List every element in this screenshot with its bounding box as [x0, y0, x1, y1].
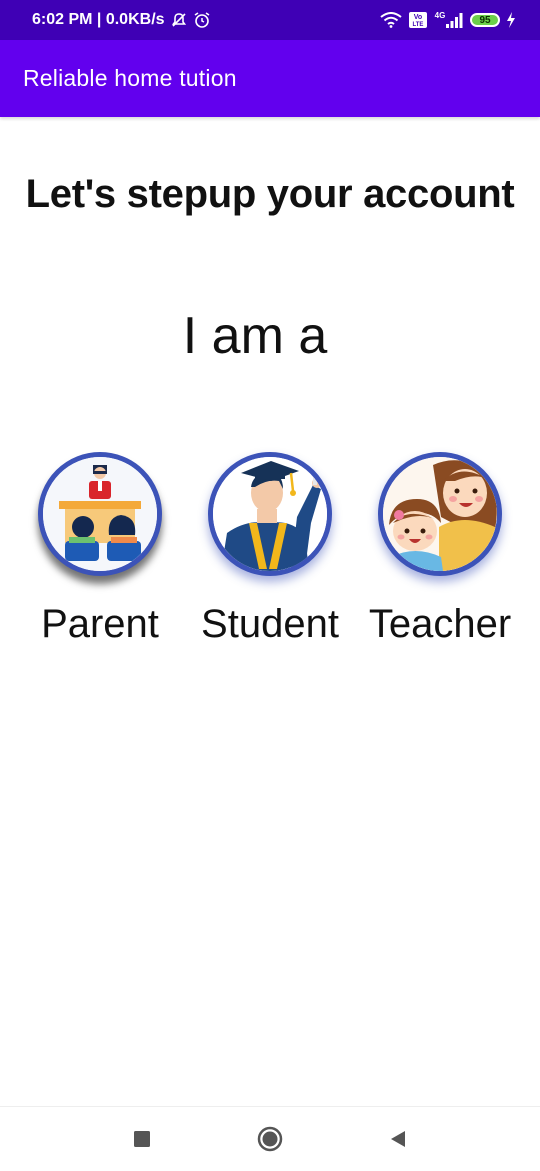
role-option-teacher[interactable]: Teacher: [355, 452, 525, 647]
status-bar-left: 6:02 PM | 0.0KB/s: [32, 11, 211, 29]
role-option-parent[interactable]: Parent: [15, 452, 185, 647]
student-avatar[interactable]: [208, 452, 332, 576]
teacher-avatar[interactable]: [378, 452, 502, 576]
alarm-clock-icon: [193, 11, 211, 29]
mute-bell-icon: [171, 12, 187, 28]
role-option-student[interactable]: Student: [185, 452, 355, 647]
role-label-parent: Parent: [41, 602, 159, 646]
navigation-bar: [0, 1106, 540, 1171]
svg-text:4G: 4G: [435, 11, 446, 20]
recents-button[interactable]: [122, 1119, 162, 1159]
volte-icon: Vo LTE: [408, 11, 428, 29]
wifi-icon: [380, 12, 402, 28]
role-label-student: Student: [201, 602, 339, 646]
parent-avatar[interactable]: [38, 452, 162, 576]
circle-home-icon: [257, 1126, 283, 1152]
signal-4g-icon: 4G: [434, 11, 464, 29]
status-time-speed: 6:02 PM | 0.0KB/s: [32, 11, 165, 28]
classroom-illustration-icon: [43, 457, 157, 571]
svg-text:Vo: Vo: [414, 14, 422, 21]
graduate-illustration-icon: [213, 457, 327, 571]
mother-child-illustration-icon: [383, 457, 497, 571]
app-bar: Reliable home tution: [0, 40, 540, 117]
charging-bolt-icon: [506, 12, 516, 28]
status-bar-right: Vo LTE 4G 95: [380, 11, 516, 29]
back-button[interactable]: [378, 1119, 418, 1159]
battery-indicator: 95: [470, 13, 500, 27]
role-label-teacher: Teacher: [368, 602, 512, 646]
home-button[interactable]: [250, 1119, 290, 1159]
app-title: Reliable home tution: [23, 65, 237, 91]
back-triangle-icon: [391, 1131, 405, 1147]
page-subheading: I am a: [182, 307, 328, 365]
svg-text:LTE: LTE: [413, 22, 424, 28]
status-bar: 6:02 PM | 0.0KB/s Vo LTE 4G 95: [0, 0, 540, 40]
square-icon: [134, 1131, 150, 1147]
page-heading: Let's stepup your account: [25, 172, 515, 216]
